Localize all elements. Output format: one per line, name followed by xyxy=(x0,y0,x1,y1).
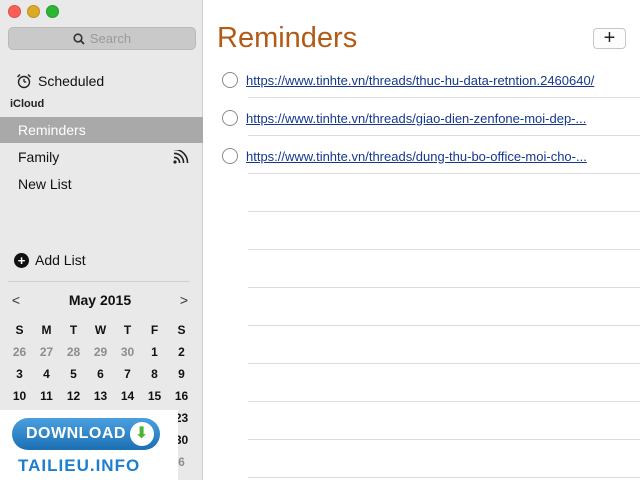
download-badge-text: DOWNLOAD xyxy=(26,425,126,442)
calendar-day[interactable]: 10 xyxy=(6,385,33,407)
sidebar-item-family[interactable]: Family xyxy=(0,144,203,170)
checkbox-circle[interactable] xyxy=(222,72,238,88)
calendar-day[interactable]: 7 xyxy=(114,363,141,385)
sidebar-item-new-list[interactable]: New List xyxy=(0,171,203,197)
main-panel: Reminders + https://www.tinhte.vn/thread… xyxy=(204,0,640,480)
add-reminder-button[interactable]: + xyxy=(593,28,626,49)
divider xyxy=(248,97,640,98)
brand-text: TAILIEU.INFO xyxy=(18,456,141,475)
close-window-button[interactable] xyxy=(8,5,21,18)
calendar-day[interactable]: 1 xyxy=(141,341,168,363)
previous-month-button[interactable]: < xyxy=(8,292,24,308)
sidebar-item-label: Scheduled xyxy=(38,73,105,89)
calendar-day[interactable]: 3 xyxy=(6,363,33,385)
weekday-label: S xyxy=(177,323,186,337)
reminder-link[interactable]: https://www.tinhte.vn/threads/dung-thu-b… xyxy=(246,149,587,164)
calendar-day[interactable]: 29 xyxy=(87,341,114,363)
calendar-day[interactable]: 13 xyxy=(87,385,114,407)
calendar-day[interactable]: 6 xyxy=(87,363,114,385)
calendar-day[interactable]: 26 xyxy=(6,341,33,363)
divider xyxy=(248,211,640,212)
checkbox-circle[interactable] xyxy=(222,148,238,164)
next-month-button[interactable]: > xyxy=(176,292,192,308)
reminder-item[interactable]: https://www.tinhte.vn/threads/thuc-hu-da… xyxy=(222,61,632,99)
sidebar-item-label: Family xyxy=(18,149,60,165)
weekday-label: S xyxy=(15,323,24,337)
divider xyxy=(248,249,640,250)
calendar-day[interactable]: 14 xyxy=(114,385,141,407)
divider xyxy=(8,281,190,282)
reminder-link[interactable]: https://www.tinhte.vn/threads/thuc-hu-da… xyxy=(246,73,594,88)
calendar-day[interactable]: 2 xyxy=(168,341,195,363)
download-badge: DOWNLOAD ⬇ xyxy=(12,418,160,450)
calendar-day[interactable]: 5 xyxy=(60,363,87,385)
reminder-item[interactable]: https://www.tinhte.vn/threads/giao-dien-… xyxy=(222,99,632,137)
calendar-day[interactable]: 27 xyxy=(33,341,60,363)
section-label-icloud: iCloud xyxy=(10,98,45,110)
add-list-button[interactable]: + Add List xyxy=(14,252,86,268)
calendar-day[interactable]: 8 xyxy=(141,363,168,385)
calendar-day[interactable]: 28 xyxy=(60,341,87,363)
zoom-window-button[interactable] xyxy=(46,5,59,18)
divider xyxy=(248,477,640,478)
weekday-label: T xyxy=(69,323,78,337)
calendar-day[interactable]: 9 xyxy=(168,363,195,385)
alarm-clock-icon xyxy=(17,74,31,89)
checkbox-circle[interactable] xyxy=(222,110,238,126)
weekday-label: F xyxy=(150,323,159,337)
weekday-label: M xyxy=(41,323,52,337)
calendar-day[interactable]: 4 xyxy=(33,363,60,385)
search-field[interactable]: Search xyxy=(8,27,196,50)
shared-list-icon xyxy=(173,150,189,164)
window-controls xyxy=(8,5,59,18)
calendar-day[interactable]: 12 xyxy=(60,385,87,407)
divider xyxy=(248,173,640,174)
sidebar-item-scheduled[interactable]: Scheduled xyxy=(0,70,203,92)
divider xyxy=(248,325,640,326)
reminder-link[interactable]: https://www.tinhte.vn/threads/giao-dien-… xyxy=(246,111,586,126)
sidebar-item-label: New List xyxy=(18,176,72,192)
weekday-label: W xyxy=(94,323,107,337)
weekday-label: T xyxy=(123,323,132,337)
calendar-month-title: May 2015 xyxy=(68,292,132,308)
minimize-window-button[interactable] xyxy=(27,5,40,18)
sidebar-item-reminders[interactable]: Reminders xyxy=(0,117,203,143)
search-icon xyxy=(73,32,85,45)
divider xyxy=(248,439,640,440)
download-arrow-icon: ⬇ xyxy=(130,422,154,446)
plus-circle-icon: + xyxy=(14,252,29,268)
calendar-day[interactable]: 15 xyxy=(141,385,168,407)
calendar-day[interactable]: 30 xyxy=(114,341,141,363)
calendar-day[interactable]: 16 xyxy=(168,385,195,407)
reminder-item[interactable]: https://www.tinhte.vn/threads/dung-thu-b… xyxy=(222,137,632,175)
add-list-label: Add List xyxy=(35,252,86,268)
divider xyxy=(248,287,640,288)
watermark-logo: DOWNLOAD ⬇ TAILIEU.INFO xyxy=(0,410,178,480)
divider xyxy=(248,363,640,364)
search-placeholder: Search xyxy=(89,31,132,46)
divider xyxy=(248,135,640,136)
sidebar: Search Scheduled iCloud Reminders Family… xyxy=(0,0,203,480)
page-title: Reminders xyxy=(217,22,358,54)
calendar-day[interactable]: 11 xyxy=(33,385,60,407)
sidebar-item-label: Reminders xyxy=(18,122,86,138)
calendar-header: < May 2015 > xyxy=(8,292,192,308)
divider xyxy=(248,401,640,402)
